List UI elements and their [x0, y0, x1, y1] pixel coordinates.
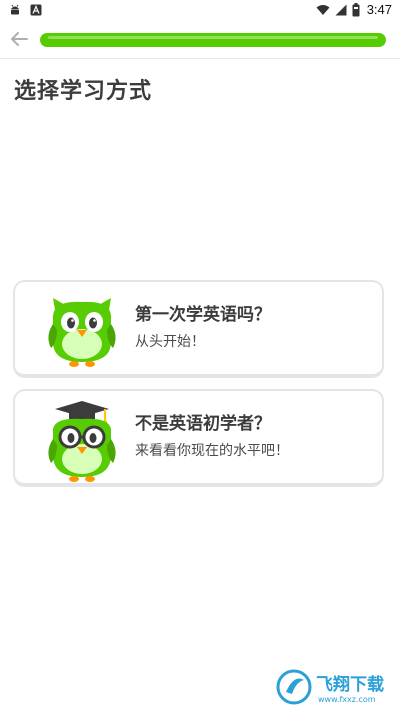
option-subtitle: 从头开始！ — [135, 334, 205, 350]
progress-shine — [48, 36, 378, 39]
option-card-placement-test[interactable]: 不是英语初学者？ 来看看你现在的水平吧！ — [13, 389, 384, 487]
watermark-site: www.fxxz.com — [318, 695, 376, 704]
arrow-left-icon — [11, 32, 28, 46]
owl-icon — [48, 298, 116, 367]
header-divider — [0, 58, 400, 59]
owl-graduate-icon — [48, 401, 116, 482]
option-text: 不是英语初学者？ 来看看你现在的水平吧！ — [135, 413, 289, 461]
option-subtitle: 来看看你现在的水平吧！ — [135, 443, 289, 459]
wifi-icon — [316, 4, 330, 15]
status-time: 3:47 — [366, 2, 392, 17]
option-title: 不是英语初学者？ — [135, 414, 271, 434]
status-left-icons — [8, 3, 42, 17]
status-right-icons: 3:47 — [316, 2, 392, 17]
option-text: 第一次学英语吗？ 从头开始！ — [135, 304, 271, 352]
back-button[interactable] — [6, 26, 32, 52]
notification-a-icon — [30, 4, 42, 16]
progress-bar — [40, 33, 386, 47]
watermark-logo: 飞翔下载 www.fxxz.com — [276, 669, 384, 705]
option-card-beginner[interactable]: 第一次学英语吗？ 从头开始！ — [13, 280, 384, 378]
watermark-text: 飞翔下载 — [316, 674, 384, 695]
option-title: 第一次学英语吗？ — [135, 305, 271, 325]
lesson-header — [0, 24, 400, 58]
status-bar: 3:47 — [0, 0, 400, 22]
battery-icon — [352, 2, 360, 16]
signal-icon — [335, 4, 347, 15]
page-title: 选择学习方式 — [14, 79, 153, 104]
android-icon — [11, 4, 19, 15]
